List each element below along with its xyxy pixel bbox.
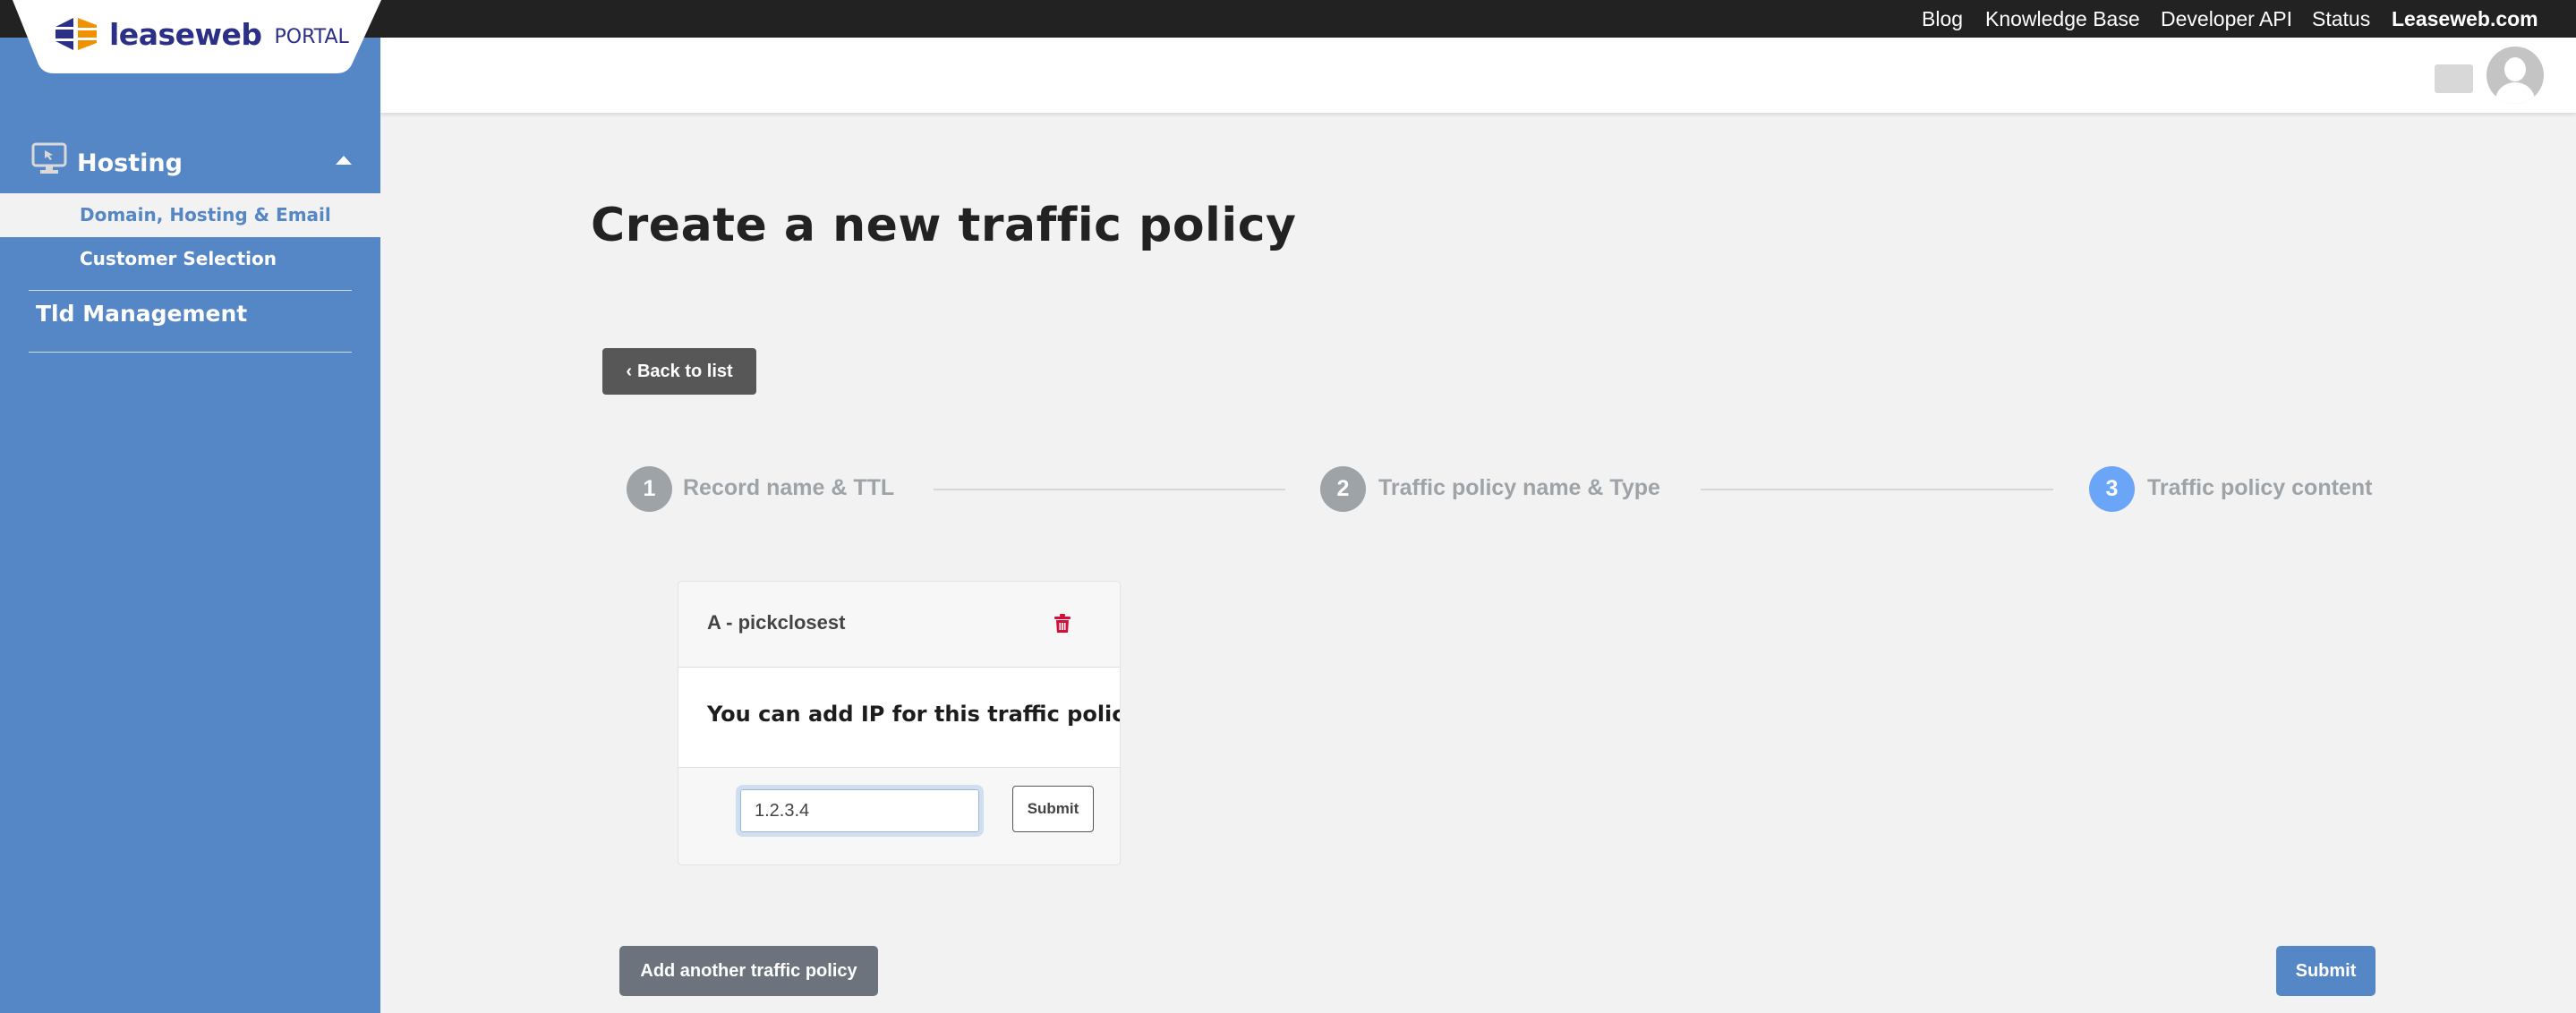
caret-up-icon[interactable] bbox=[336, 156, 352, 165]
back-to-list-label: Back to list bbox=[636, 361, 733, 381]
card-body: You can add IP for this traffic policy bbox=[678, 668, 1120, 768]
brand-suffix: PORTAL bbox=[274, 25, 349, 48]
submit-ip-button[interactable]: Submit bbox=[1012, 786, 1094, 832]
sidebar-item-tld-management[interactable]: Tld Management bbox=[36, 301, 247, 327]
add-another-traffic-policy-button[interactable]: Add another traffic policy bbox=[619, 946, 878, 996]
step-2-badge: 2 bbox=[1320, 466, 1366, 512]
sidebar-item-hosting-label: Hosting bbox=[77, 149, 183, 177]
sidebar-divider bbox=[29, 290, 352, 291]
step-1-label: Record name & TTL bbox=[683, 475, 895, 500]
leaseweb-logo[interactable]: leaseweb PORTAL bbox=[54, 16, 349, 52]
sidebar-subitem-domain-hosting-email[interactable]: Domain, Hosting & Email bbox=[0, 193, 380, 237]
step-2-label: Traffic policy name & Type bbox=[1378, 475, 1660, 500]
traffic-policy-card: A - pickclosest You can add IP for this … bbox=[678, 581, 1121, 865]
monitor-icon bbox=[31, 142, 67, 174]
page-title: Create a new traffic policy bbox=[591, 199, 1297, 252]
brand-name: leaseweb bbox=[109, 16, 262, 52]
user-avatar-icon[interactable] bbox=[2486, 47, 2544, 104]
topnav-status-link[interactable]: Status bbox=[2312, 7, 2370, 31]
topnav-developer-api-link[interactable]: Developer API bbox=[2161, 7, 2292, 31]
step-connector bbox=[934, 489, 1285, 490]
card-header: A - pickclosest bbox=[678, 582, 1120, 668]
sidebar-divider bbox=[29, 352, 352, 353]
policy-title: A - pickclosest bbox=[707, 611, 846, 634]
step-3-badge: 3 bbox=[2089, 466, 2135, 512]
sidebar-item-hosting[interactable]: Hosting bbox=[0, 138, 380, 193]
topnav-leaseweb-link[interactable]: Leaseweb.com bbox=[2392, 7, 2538, 31]
chevron-left-icon: ‹ bbox=[626, 361, 632, 381]
ip-address-input[interactable] bbox=[736, 785, 984, 837]
page-header bbox=[380, 38, 2576, 113]
step-3-label: Traffic policy content bbox=[2147, 475, 2373, 500]
step-1-badge: 1 bbox=[627, 466, 672, 512]
policy-description: You can add IP for this traffic policy bbox=[707, 702, 1121, 727]
back-to-list-button[interactable]: ‹ Back to list bbox=[602, 348, 756, 395]
topnav-blog-link[interactable]: Blog bbox=[1922, 7, 1963, 31]
trash-icon[interactable] bbox=[1053, 614, 1071, 634]
submit-button[interactable]: Submit bbox=[2276, 946, 2376, 996]
leaseweb-logo-icon bbox=[55, 18, 97, 50]
sidebar: Hosting Domain, Hosting & Email Customer… bbox=[0, 38, 380, 1013]
notification-placeholder-icon[interactable] bbox=[2435, 64, 2473, 93]
topnav-knowledge-base-link[interactable]: Knowledge Base bbox=[1985, 7, 2140, 31]
sidebar-subitem-customer-selection[interactable]: Customer Selection bbox=[0, 237, 380, 281]
step-connector bbox=[1701, 489, 2053, 490]
